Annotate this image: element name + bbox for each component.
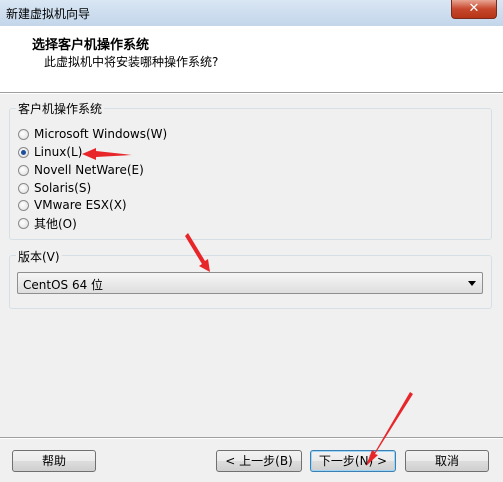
back-button[interactable]: < 上一步(B) (216, 450, 302, 472)
radio-label: 其他(O) (34, 216, 77, 231)
radio-button[interactable] (18, 164, 29, 176)
radio-label: VMware ESX(X) (34, 198, 127, 212)
help-button[interactable]: 帮助 (12, 450, 96, 472)
radio-label: Novell NetWare(E) (34, 163, 144, 177)
version-group-title: 版本(V) (16, 248, 62, 265)
radio-button[interactable] (18, 182, 29, 194)
chevron-down-icon[interactable] (468, 281, 476, 286)
radio-label: Solaris(S) (34, 181, 92, 195)
radio-other[interactable]: 其他(O) (18, 215, 77, 231)
radio-button[interactable] (18, 217, 29, 229)
guest-os-group-title: 客户机操作系统 (16, 100, 105, 117)
radio-label: Microsoft Windows(W) (34, 127, 168, 141)
radio-button-selected[interactable] (18, 146, 29, 158)
cancel-button[interactable]: 取消 (405, 450, 489, 472)
radio-microsoft-windows[interactable]: Microsoft Windows(W) (18, 126, 167, 142)
version-select-value: CentOS 64 位 (23, 278, 104, 292)
radio-label: Linux(L) (34, 145, 83, 159)
window-title: 新建虚拟机向导 (6, 7, 91, 21)
wizard-header: 选择客户机操作系统 此虚拟机中将安装哪种操作系统? (0, 26, 503, 93)
version-select[interactable]: CentOS 64 位 (17, 272, 483, 294)
title-bar: 新建虚拟机向导 ✕ (0, 0, 503, 27)
page-subtitle: 此虚拟机中将安装哪种操作系统? (44, 55, 219, 69)
radio-linux[interactable]: Linux(L) (18, 144, 82, 160)
radio-button[interactable] (18, 128, 29, 140)
radio-novell-netware[interactable]: Novell NetWare(E) (18, 162, 144, 178)
radio-vmware-esx[interactable]: VMware ESX(X) (18, 197, 127, 213)
radio-solaris[interactable]: Solaris(S) (18, 180, 91, 196)
page-title: 选择客户机操作系统 (32, 38, 150, 53)
close-icon: ✕ (468, 1, 480, 16)
footer-divider-highlight (0, 438, 503, 439)
close-button[interactable]: ✕ (451, 0, 497, 19)
radio-button[interactable] (18, 199, 29, 211)
next-button[interactable]: 下一步(N) > (310, 450, 396, 472)
header-divider (0, 93, 503, 94)
